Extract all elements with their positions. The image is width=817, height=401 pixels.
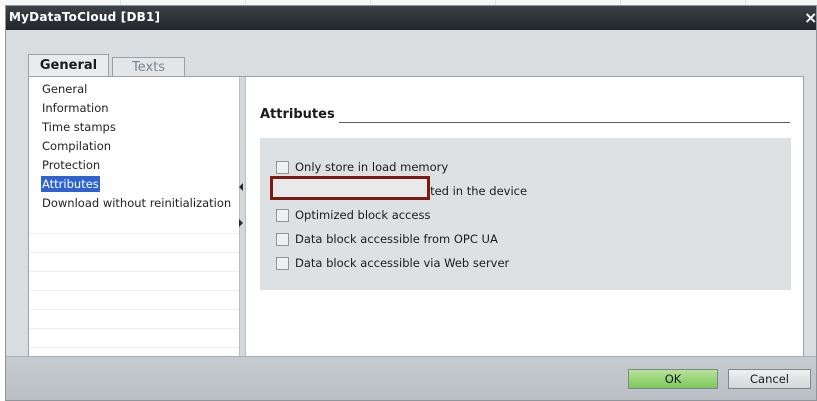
nav-divider — [29, 252, 239, 253]
navigation-list: General Information Time stamps Compilat… — [29, 77, 239, 371]
tab-general[interactable]: General — [28, 54, 109, 77]
nav-item-download-without-reinitialization[interactable]: Download without reinitialization — [42, 195, 231, 211]
nav-item-time-stamps[interactable]: Time stamps — [42, 119, 116, 135]
nav-item-compilation[interactable]: Compilation — [42, 138, 111, 154]
checkbox-label: Optimized block access — [295, 208, 431, 222]
nav-divider — [29, 347, 239, 348]
checkbox-label: Data block write-protected in the device — [295, 184, 528, 198]
section-title-attributes: Attributes — [260, 107, 335, 122]
ok-button[interactable]: OK — [628, 369, 718, 389]
tab-texts[interactable]: Texts — [112, 57, 185, 77]
section-divider — [339, 122, 790, 123]
dialog-title: MyDataToCloud [DB1] — [9, 10, 161, 24]
properties-dialog: MyDataToCloud [DB1] × General Texts Gene… — [5, 5, 817, 401]
nav-divider — [29, 309, 239, 310]
attributes-content: Attributes Only store in load memory Dat… — [246, 77, 803, 371]
checkbox[interactable] — [276, 161, 289, 174]
title-bar: MyDataToCloud [DB1] × — [6, 6, 816, 30]
checkbox[interactable] — [276, 257, 289, 270]
properties-panel: General Information Time stamps Compilat… — [28, 76, 804, 372]
checkbox[interactable] — [276, 233, 289, 246]
nav-divider — [29, 271, 239, 272]
cancel-button[interactable]: Cancel — [728, 369, 811, 389]
attributes-group: Only store in load memory Data block wri… — [260, 138, 791, 290]
dialog-body: General Texts General Information Time s… — [6, 30, 816, 372]
nav-item-attributes[interactable]: Attributes — [41, 176, 100, 192]
nav-divider — [29, 290, 239, 291]
nav-item-general[interactable]: General — [42, 81, 87, 97]
panel-splitter[interactable] — [239, 77, 246, 371]
nav-item-information[interactable]: Information — [42, 100, 109, 116]
checkbox-label: Data block accessible from OPC UA — [295, 232, 498, 246]
collapse-left-icon[interactable] — [239, 183, 243, 191]
expand-right-icon[interactable] — [239, 219, 243, 227]
checkbox-label: Only store in load memory — [295, 160, 449, 174]
nav-divider — [29, 233, 239, 234]
close-icon[interactable]: × — [804, 8, 816, 28]
nav-divider — [29, 328, 239, 329]
dialog-footer: OK Cancel — [6, 356, 816, 400]
nav-item-protection[interactable]: Protection — [42, 157, 100, 173]
checkbox[interactable] — [276, 185, 289, 198]
checkbox-label: Data block accessible via Web server — [295, 256, 510, 270]
checkbox[interactable] — [276, 209, 289, 222]
